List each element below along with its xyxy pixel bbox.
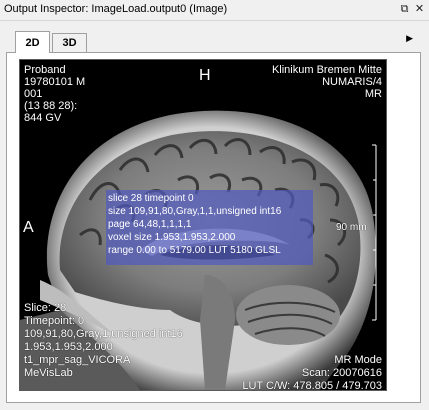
tab-2d-label: 2D: [25, 37, 40, 49]
window-titlebar: Output Inspector: ImageLoad.output0 (Ima…: [0, 0, 429, 21]
close-icon[interactable]: ✕: [413, 3, 426, 16]
image-size: 109,91,80,Gray,1,unsigned int16: [24, 328, 183, 340]
scan-date: Scan: 20070616: [301, 367, 382, 379]
institution-info: Klinikum Bremen Mitte NUMARIS/4 MR: [272, 64, 382, 100]
info-slice: slice 28 timepoint 0: [108, 193, 194, 204]
orientation-top: H: [199, 67, 211, 84]
scanner-model: NUMARIS/4: [322, 76, 382, 88]
info-size: size 109,91,80,Gray,1,1,unsigned int16: [108, 206, 282, 217]
voxel-spacing: 1.953,1.953,2.000: [24, 341, 113, 353]
scan-info: MR Mode Scan: 20070616 LUT C/W: 478.805 …: [242, 354, 382, 391]
image-info-box: slice 28 timepoint 0 size 109,91,80,Gray…: [106, 190, 313, 265]
info-page: page 64,48,1,1,1,1: [108, 219, 192, 230]
tab-3d-label: 3D: [62, 37, 77, 49]
lut-window: LUT C/W: 478.805 / 479.703: [242, 380, 382, 391]
slice-number: Slice: 28: [24, 302, 67, 314]
info-range: range 0.00 to 5179.00 LUT 5180 GLSL: [108, 245, 281, 256]
image-viewer[interactable]: Proband 19780101 M 001 (13 88 28): 844 G…: [19, 59, 387, 391]
cursor-position: (13 88 28):: [24, 100, 78, 112]
scale-label: 90 mm: [336, 222, 367, 233]
float-window-icon[interactable]: ⧉: [398, 3, 411, 16]
tab-2d[interactable]: 2D: [15, 31, 50, 53]
arrow-right-icon[interactable]: ▶: [406, 33, 413, 44]
modality: MR: [364, 88, 382, 100]
timepoint: Timepoint: 0: [24, 315, 85, 327]
patient-info: Proband 19780101 M 001 (13 88 28): 844 G…: [24, 64, 85, 124]
window-title: Output Inspector: ImageLoad.output0 (Ima…: [4, 3, 228, 15]
info-voxel-size: voxel size 1.953,1.953,2.000: [108, 232, 236, 243]
institution-name: Klinikum Bremen Mitte: [271, 64, 382, 76]
patient-id: 001: [24, 88, 43, 100]
patient-name: Proband: [24, 64, 66, 76]
cursor-value: 844 GV: [24, 112, 62, 124]
patient-birth: 19780101 M: [24, 76, 86, 88]
sequence-name: t1_mpr_sag_VICORA: [24, 354, 131, 366]
orientation-left: A: [23, 219, 34, 236]
app-name: MeVisLab: [24, 367, 73, 379]
viewer-panel: Proband 19780101 M 001 (13 88 28): 844 G…: [6, 52, 421, 403]
tab-3d[interactable]: 3D: [52, 33, 87, 53]
slice-info: Slice: 28 Timepoint: 0 109,91,80,Gray,1,…: [24, 302, 183, 380]
mr-mode: MR Mode: [334, 354, 382, 366]
